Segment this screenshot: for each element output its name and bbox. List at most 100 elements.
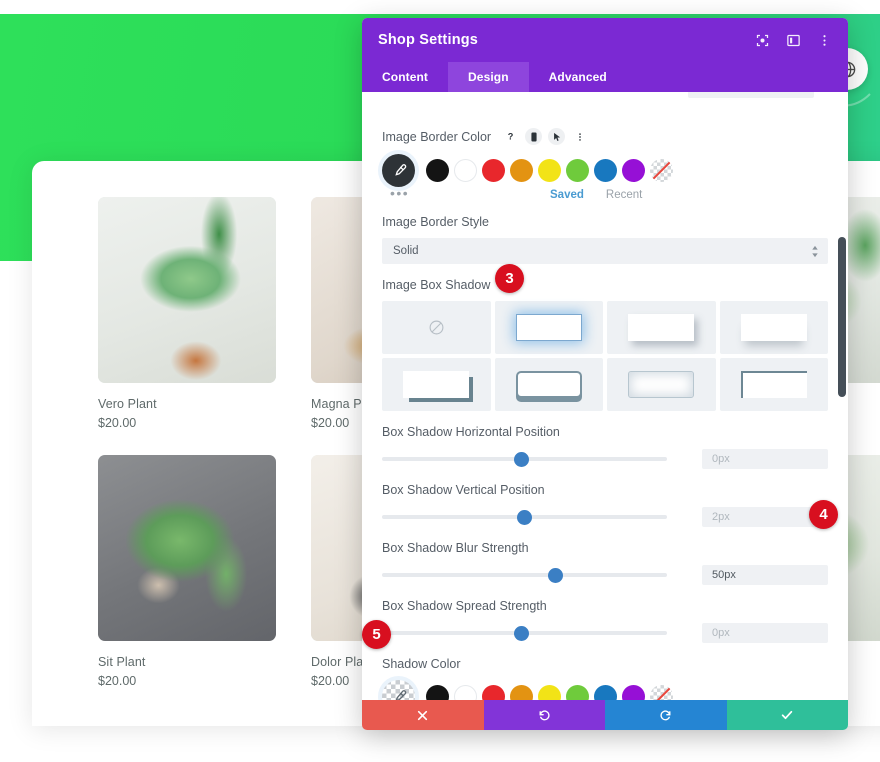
image-border-color-label: Image Border Color xyxy=(382,129,492,144)
box-shadow-blur-strength-label: Box Shadow Blur Strength xyxy=(382,541,529,555)
color-swatch-black[interactable] xyxy=(426,159,449,182)
color-swatch-none[interactable] xyxy=(650,159,673,182)
image-border-style-label: Image Border Style xyxy=(382,215,489,229)
box-shadow-preset-offset-drop[interactable] xyxy=(607,301,716,354)
shadow-swatch-purple[interactable] xyxy=(622,685,645,700)
color-swatch-red[interactable] xyxy=(482,159,505,182)
more-vertical-icon[interactable] xyxy=(816,32,832,48)
product-card[interactable]: Sit Plant $20.00 xyxy=(98,455,276,688)
shadow-swatch-green[interactable] xyxy=(566,685,589,700)
image-border-color-swatches xyxy=(382,154,828,187)
tab-design[interactable]: Design xyxy=(448,62,529,92)
spread-strength-slider[interactable] xyxy=(382,625,667,641)
shadow-swatch-black[interactable] xyxy=(426,685,449,700)
shadow-swatch-white[interactable] xyxy=(454,685,477,700)
shadow-swatch-blue[interactable] xyxy=(594,685,617,700)
spread-strength-knob[interactable] xyxy=(514,625,530,641)
vertical-position-knob[interactable] xyxy=(517,509,532,525)
box-shadow-preset-bottom-drop[interactable] xyxy=(719,301,828,354)
modal-tabs: Content Design Advanced xyxy=(362,62,848,92)
shadow-swatch-orange[interactable] xyxy=(510,685,533,700)
product-price: $20.00 xyxy=(98,416,137,430)
box-shadow-preset-hard-offset[interactable] xyxy=(382,358,491,411)
shop-settings-modal: Shop Settings Content Design Advanced Im… xyxy=(362,18,848,730)
box-shadow-spread-strength-row: 0px xyxy=(382,623,828,643)
layout-panel-icon[interactable] xyxy=(785,32,801,48)
modal-action-bar xyxy=(362,700,848,730)
color-swatch-orange[interactable] xyxy=(510,159,533,182)
image-border-style-select[interactable]: Solid xyxy=(382,238,828,264)
shadow-swatch-red[interactable] xyxy=(482,685,505,700)
recent-colors-tab[interactable]: Recent xyxy=(606,189,642,201)
product-image xyxy=(98,197,276,383)
more-vertical-icon[interactable] xyxy=(571,128,588,145)
shadow-swatch-none[interactable] xyxy=(650,685,673,700)
box-shadow-preset-inset[interactable] xyxy=(607,358,716,411)
image-border-color-label-icons: ? xyxy=(502,128,588,145)
annotation-badge-4: 4 xyxy=(809,500,838,529)
cutoff-value-input[interactable] xyxy=(688,92,814,98)
blur-strength-knob[interactable] xyxy=(548,567,564,583)
color-swatch-white[interactable] xyxy=(454,159,477,182)
color-swatch-purple[interactable] xyxy=(622,159,645,182)
box-shadow-horizontal-position-label: Box Shadow Horizontal Position xyxy=(382,425,560,439)
help-icon[interactable]: ? xyxy=(502,128,519,145)
modal-header: Shop Settings xyxy=(362,18,848,62)
product-name: Vero Plant xyxy=(98,397,157,411)
x-icon xyxy=(418,710,428,720)
shadow-color-eyedropper-picker[interactable] xyxy=(382,680,415,700)
box-shadow-preset-none[interactable] xyxy=(382,301,491,354)
undo-icon xyxy=(539,710,550,721)
save-button[interactable] xyxy=(726,700,848,730)
svg-text:?: ? xyxy=(508,132,514,142)
image-box-shadow-label: Image Box Shadow xyxy=(382,278,491,292)
box-shadow-preset-grid xyxy=(382,301,828,411)
annotation-badge-5: 5 xyxy=(362,620,391,649)
checkmark-icon xyxy=(782,710,793,720)
image-border-color-tabs: Saved Recent xyxy=(550,189,828,201)
box-shadow-blur-strength-row: 50px xyxy=(382,565,828,585)
color-swatch-blue[interactable] xyxy=(594,159,617,182)
horizontal-position-input[interactable]: 0px xyxy=(702,449,828,469)
redo-icon xyxy=(660,710,671,721)
horizontal-position-slider[interactable] xyxy=(382,451,667,467)
image-border-color-label-row: Image Border Color ? xyxy=(382,128,828,145)
blur-strength-slider[interactable] xyxy=(382,567,667,583)
eyedropper-picker[interactable] xyxy=(382,154,415,187)
blur-strength-input[interactable]: 50px xyxy=(702,565,828,585)
saved-colors-tab[interactable]: Saved xyxy=(550,189,584,201)
product-card[interactable]: Vero Plant $20.00 xyxy=(98,197,276,430)
tab-content[interactable]: Content xyxy=(362,62,448,92)
no-shadow-icon xyxy=(429,320,444,335)
box-shadow-preset-glow[interactable] xyxy=(494,301,603,354)
box-shadow-preset-outlined[interactable] xyxy=(494,358,603,411)
mobile-icon[interactable] xyxy=(525,128,543,145)
partially-scrolled-slider xyxy=(382,92,828,114)
modal-settings-body: Image Border Color ? ••• Saved Recent Im… xyxy=(362,92,848,700)
image-border-style-value: Solid xyxy=(393,245,419,257)
box-shadow-horizontal-position-row: 0px xyxy=(382,449,828,469)
box-shadow-vertical-position-row: 2px xyxy=(382,507,828,527)
redo-button[interactable] xyxy=(605,700,727,730)
box-shadow-spread-strength-label: Box Shadow Spread Strength xyxy=(382,599,547,613)
shadow-color-label: Shadow Color xyxy=(382,657,461,671)
modal-scrollbar[interactable] xyxy=(838,92,846,700)
horizontal-position-knob[interactable] xyxy=(514,451,530,467)
box-shadow-preset-corner-lines[interactable] xyxy=(719,358,828,411)
tab-advanced[interactable]: Advanced xyxy=(529,62,627,92)
close-button[interactable] xyxy=(362,700,484,730)
box-shadow-vertical-position-label: Box Shadow Vertical Position xyxy=(382,483,545,497)
cursor-icon[interactable] xyxy=(548,128,566,145)
modal-scrollbar-thumb[interactable] xyxy=(838,237,846,397)
modal-title: Shop Settings xyxy=(378,32,479,48)
shadow-color-swatches xyxy=(382,680,828,700)
fullscreen-icon[interactable] xyxy=(754,32,770,48)
product-name: Sit Plant xyxy=(98,655,146,669)
undo-button[interactable] xyxy=(483,700,605,730)
vertical-position-slider[interactable] xyxy=(382,509,667,525)
chevron-updown-icon xyxy=(811,245,819,258)
color-swatch-green[interactable] xyxy=(566,159,589,182)
spread-strength-input[interactable]: 0px xyxy=(702,623,828,643)
color-swatch-yellow[interactable] xyxy=(538,159,561,182)
shadow-swatch-yellow[interactable] xyxy=(538,685,561,700)
